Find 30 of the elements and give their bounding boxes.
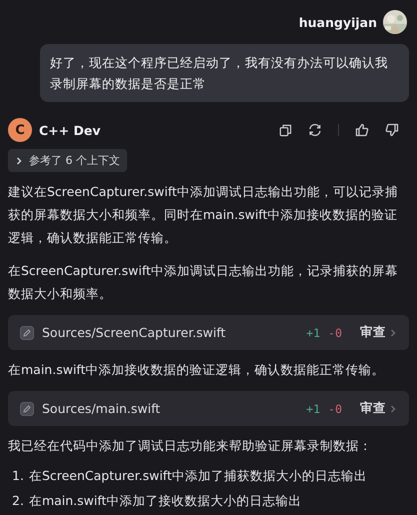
list-number: 1. [12, 467, 24, 485]
removed-count: -0 [328, 326, 342, 340]
message-paragraph: 在ScreenCapturer.swift中添加调试日志输出功能，记录捕获的屏幕数据大小和频率。 [8, 262, 399, 303]
added-count: +1 [306, 402, 320, 416]
user-message: 好了，现在这个程序已经启动了，我有没有办法可以确认我录制屏幕的数据是否是正常 [40, 44, 409, 102]
added-count: +1 [306, 326, 320, 340]
copy-icon[interactable] [279, 124, 292, 136]
edit-icon [20, 326, 34, 340]
chevron-icon [389, 328, 397, 336]
review-button[interactable]: 审查 [360, 400, 397, 417]
message-paragraph: 建议在ScreenCapturer.swift中添加调试日志输出功能，可以记录捕获的屏幕数据大小和频率。同时在main.swift中添加接收数据的验证逻辑，确认数据能正常传输。 [8, 183, 399, 247]
bot-avatar: C [8, 118, 32, 142]
chevron-icon [389, 404, 397, 412]
file-path: Sources/ScreenCapturer.swift [42, 325, 227, 340]
thumbs-down-icon[interactable] [385, 123, 399, 137]
list-item: 在main.swift中添加了接收数据大小的日志输出 [28, 492, 302, 510]
message-paragraph: 我已经在代码中添加了调试日志功能来帮助验证屏幕录制数据： [8, 437, 373, 455]
refresh-icon[interactable] [308, 123, 322, 137]
username: huangyijan [298, 14, 377, 30]
removed-count: -0 [328, 402, 342, 416]
list-number: 2. [12, 492, 24, 510]
edit-icon [20, 402, 34, 416]
review-button[interactable]: 审查 [360, 324, 397, 341]
list-item: 在ScreenCapturer.swift中添加了捕获数据大小的日志输出 [28, 467, 367, 485]
file-path: Sources/main.swift [42, 401, 162, 416]
thumbs-up-icon[interactable] [355, 123, 369, 137]
bot-name: C++ Dev [39, 122, 100, 138]
context-toggle[interactable]: 参考了 6 个上下文 [8, 149, 127, 172]
chevron-icon [15, 156, 23, 164]
message-paragraph: 在main.swift中添加接收数据的验证逻辑，确认数据能正常传输。 [8, 361, 386, 379]
